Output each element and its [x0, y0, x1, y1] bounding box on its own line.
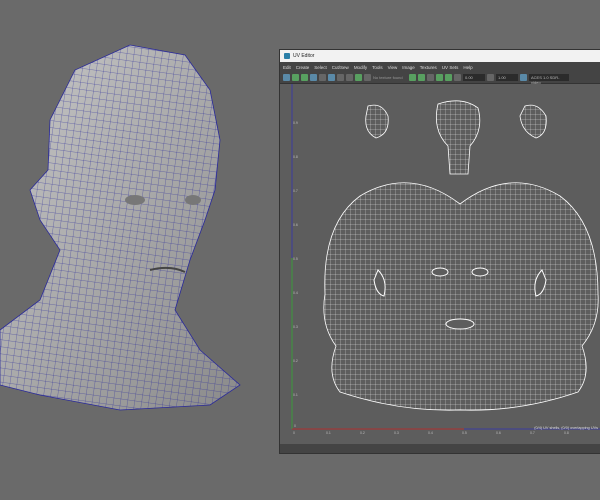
snap-icon[interactable] — [328, 74, 335, 81]
colorspace-dropdown[interactable]: ACES 1.0 SDR-video — [529, 74, 569, 85]
slider-icon[interactable] — [427, 74, 434, 81]
uv-editor-icon — [284, 53, 290, 59]
menu-select[interactable]: Select — [314, 65, 327, 70]
eye-right — [185, 195, 201, 205]
title-bar[interactable]: UV Editor — [280, 50, 600, 62]
texture-icon[interactable] — [355, 74, 362, 81]
shaded-icon[interactable] — [292, 74, 299, 81]
gamma-field[interactable]: 1.00 — [496, 74, 518, 81]
color-management-icon[interactable] — [520, 74, 527, 81]
menu-tools[interactable]: Tools — [372, 65, 383, 70]
u-tick: 0.5 — [462, 431, 467, 435]
v-tick: 0.1 — [293, 393, 298, 397]
gear-icon[interactable] — [454, 74, 461, 81]
menu-bar: Edit Create Select Cut/Sew Modify Tools … — [280, 62, 600, 72]
u-tick: 0.4 — [428, 431, 433, 435]
refresh-icon[interactable] — [445, 74, 452, 81]
window-title: UV Editor — [293, 53, 315, 59]
u-tick: 0.1 — [326, 431, 331, 435]
u-tick: 0.8 — [564, 431, 569, 435]
u-tick: 0.3 — [394, 431, 399, 435]
menu-help[interactable]: Help — [463, 65, 472, 70]
channel-icon[interactable] — [364, 74, 371, 81]
gamma-icon[interactable] — [487, 74, 494, 81]
grid-icon[interactable] — [310, 74, 317, 81]
v-tick: 0.5 — [293, 257, 298, 261]
v-tick: 0.6 — [293, 223, 298, 227]
menu-edit[interactable]: Edit — [283, 65, 291, 70]
u-tick: 0.7 — [530, 431, 535, 435]
u-tick: 0.6 — [496, 431, 501, 435]
uv-viewport[interactable]: 0 0.1 0.2 0.3 0.4 0.5 0.6 0.7 0.8 0.9 0.… — [280, 84, 600, 444]
uv-shell-ear-left — [365, 104, 389, 139]
uv-editor-window[interactable]: UV Editor Edit Create Select Cut/Sew Mod… — [279, 49, 600, 454]
v-tick: 0.8 — [293, 155, 298, 159]
v-tick: 0.3 — [293, 325, 298, 329]
v-tick: 0.4 — [293, 291, 298, 295]
menu-image[interactable]: Image — [402, 65, 415, 70]
uv-status-text: (0/4) UV shells, (0/0) overlapping UVs — [534, 426, 598, 430]
menu-create[interactable]: Create — [296, 65, 310, 70]
uv-shell-face — [323, 182, 599, 411]
uv-tool-icon[interactable] — [436, 74, 443, 81]
v-tick: 0.9 — [293, 121, 298, 125]
head-mesh — [0, 44, 241, 411]
menu-modify[interactable]: Modify — [354, 65, 367, 70]
uv-shell-ear-right — [519, 104, 547, 139]
menu-uv-sets[interactable]: UV Sets — [442, 65, 459, 70]
menu-textures[interactable]: Textures — [420, 65, 437, 70]
dim-icon[interactable] — [418, 74, 425, 81]
distortion-icon[interactable] — [301, 74, 308, 81]
toolbar: No texture found 0.00 1.00 ACES 1.0 SDR-… — [280, 72, 600, 85]
uv-shell-back-head — [435, 100, 481, 175]
v-tick: 0.7 — [293, 189, 298, 193]
menu-cut-sew[interactable]: Cut/Sew — [332, 65, 349, 70]
exposure-icon[interactable] — [409, 74, 416, 81]
u-tick: 0 — [293, 431, 295, 435]
u-tick: 0.2 — [360, 431, 365, 435]
uv-canvas — [291, 84, 600, 430]
v-tick: 0 — [294, 424, 296, 428]
sun-icon[interactable] — [337, 74, 344, 81]
eye-left — [125, 195, 145, 205]
image-icon[interactable] — [346, 74, 353, 81]
exposure-field[interactable]: 0.00 — [463, 74, 485, 81]
v-tick: 0.2 — [293, 359, 298, 363]
select-tool-icon[interactable] — [283, 74, 290, 81]
menu-view[interactable]: View — [388, 65, 398, 70]
texture-dropdown[interactable]: No texture found — [373, 75, 407, 80]
checker-icon[interactable] — [319, 74, 326, 81]
